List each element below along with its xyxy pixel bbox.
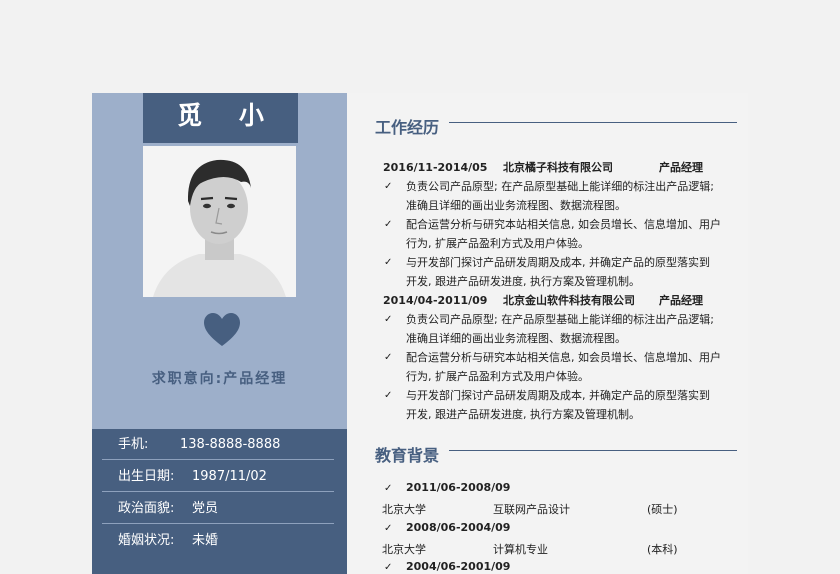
info-label: 出生日期: — [118, 469, 175, 484]
heart-icon — [204, 313, 240, 346]
info-phone: 手机: 138-8888-8888 — [102, 429, 334, 460]
info-value: 1987/11/02 — [192, 469, 267, 484]
edu-date-text: 2008/06-2004/09 — [406, 521, 511, 534]
job-company: 北京金山软件科技有限公司 — [503, 294, 635, 307]
info-label: 手机: — [118, 437, 149, 452]
edu-date-text: 2011/06-2008/09 — [406, 481, 511, 494]
bullet-line: 与开发部门探讨产品研发周期及成本, 并确定产品的原型落实到 — [406, 256, 710, 269]
job-date: 2014/04-2011/09 — [383, 294, 488, 307]
check-icon: ✓ — [384, 314, 393, 325]
check-icon: ✓ — [384, 390, 393, 401]
bullet-line: 负责公司产品原型; 在产品原型基础上能详细的标注出产品逻辑; — [406, 180, 714, 193]
job-position: 产品经理 — [659, 294, 703, 307]
education-section-title: 教育背景 — [375, 446, 440, 465]
check-icon: ✓ — [384, 181, 393, 192]
job-header: 2016/11-2014/05 北京橘子科技有限公司 产品经理 — [383, 159, 703, 175]
bullet-line: 准确且详细的画出业务流程图、数据流程图。 — [406, 332, 626, 345]
bullet-line: 准确且详细的画出业务流程图、数据流程图。 — [406, 199, 626, 212]
work-section-title: 工作经历 — [375, 118, 440, 137]
check-icon: ✓ — [384, 523, 393, 534]
bullet-line: 负责公司产品原型; 在产品原型基础上能详细的标注出产品逻辑; — [406, 313, 714, 326]
edu-degree: (硕士) — [647, 503, 678, 516]
bullet-line: 行为, 扩展产品盈利方式及用户体验。 — [406, 237, 589, 250]
work-section-divider — [449, 122, 737, 123]
bullet-line: 配合运营分析与研究本站相关信息, 如会员增长、信息增加、用户 — [406, 218, 721, 231]
name-banner: 觅 小 知 — [143, 93, 298, 176]
info-value: 未婚 — [192, 533, 219, 548]
check-icon: ✓ — [384, 257, 393, 268]
bullet-line: 行为, 扩展产品盈利方式及用户体验。 — [406, 370, 589, 383]
profile-photo — [143, 146, 296, 297]
info-political: 政治面貌: 党员 — [102, 493, 334, 524]
info-label: 政治面貌: — [118, 501, 175, 516]
check-icon: ✓ — [384, 562, 393, 573]
right-column: 工作经历 2016/11-2014/05 北京橘子科技有限公司 产品经理 ✓ 负责公… — [347, 93, 748, 574]
edu-degree: (本科) — [647, 543, 678, 556]
info-birthdate: 出生日期: 1987/11/02 — [102, 461, 334, 492]
personal-info: 手机: 138-8888-8888 出生日期: 1987/11/02 政治面貌: 党员… — [92, 429, 347, 574]
info-value: 党员 — [192, 501, 219, 516]
education-section-divider — [449, 450, 737, 451]
edu-school: 北京大学 — [382, 503, 426, 516]
edu-school: 北京大学 — [382, 543, 426, 556]
bullet-line: 开发, 跟进产品研发进度, 执行方案及管理机制。 — [406, 408, 640, 421]
left-column: 觅 小 知 求职意向:产品经理 手机: 138-8888-8888 — [92, 93, 347, 574]
info-label: 婚姻状况: — [118, 533, 175, 548]
edu-major: 计算机专业 — [493, 543, 548, 556]
job-position: 产品经理 — [659, 161, 703, 174]
edu-date-text: 2004/06-2001/09 — [406, 560, 511, 573]
edu-major: 互联网产品设计 — [493, 503, 570, 516]
info-value: 138-8888-8888 — [180, 437, 281, 452]
bullet-line: 配合运营分析与研究本站相关信息, 如会员增长、信息增加、用户 — [406, 351, 721, 364]
edu-date: ✓ 2004/06-2001/09 — [384, 560, 510, 573]
edu-date: ✓ 2011/06-2008/09 — [384, 481, 510, 494]
info-marital: 婚姻状况: 未婚 — [102, 525, 334, 556]
job-intent: 求职意向:产品经理 — [151, 371, 288, 387]
bullet-line: 开发, 跟进产品研发进度, 执行方案及管理机制。 — [406, 275, 640, 288]
check-icon: ✓ — [384, 483, 393, 494]
check-icon: ✓ — [384, 352, 393, 363]
edu-date: ✓ 2008/06-2004/09 — [384, 521, 510, 534]
bullet-line: 与开发部门探讨产品研发周期及成本, 并确定产品的原型落实到 — [406, 389, 710, 402]
job-header: 2014/04-2011/09 北京金山软件科技有限公司 产品经理 — [383, 292, 703, 308]
job-date: 2016/11-2014/05 — [383, 161, 488, 174]
job-company: 北京橘子科技有限公司 — [503, 161, 613, 174]
resume-page: 觅 小 知 求职意向:产品经理 手机: 138-8888-8888 — [92, 93, 748, 574]
check-icon: ✓ — [384, 219, 393, 230]
